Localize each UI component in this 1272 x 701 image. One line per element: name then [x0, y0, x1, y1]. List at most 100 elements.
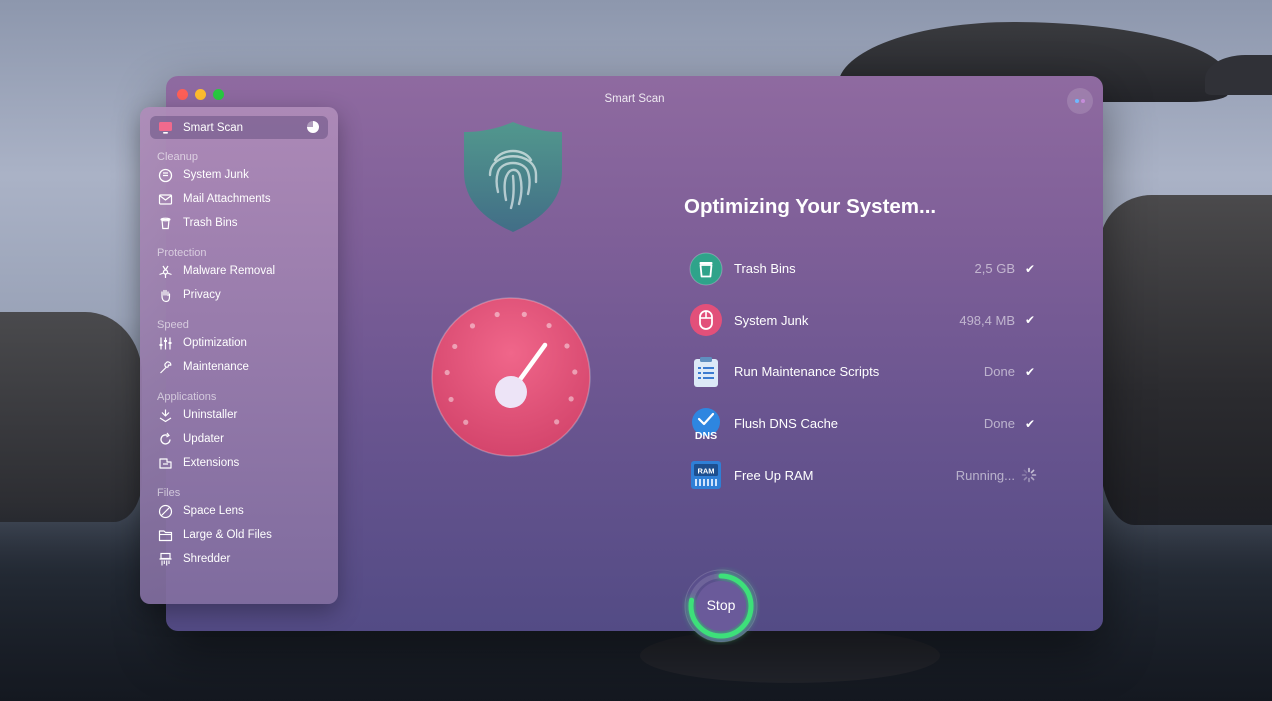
task-status: Done: [983, 364, 1015, 380]
sidebar-item-smart-scan[interactable]: Smart Scan: [150, 116, 328, 139]
wrench-icon: [160, 360, 172, 373]
sidebar-item-system-junk[interactable]: System Junk: [140, 163, 338, 187]
sidebar-item-privacy[interactable]: Privacy: [140, 283, 338, 307]
sidebar-item-label: Maintenance: [183, 361, 249, 373]
dns-badge-text: DNS: [695, 430, 717, 441]
sidebar-item-label: Optimization: [183, 337, 247, 349]
task-label: System Junk: [734, 312, 809, 328]
gauge-tick: [546, 322, 552, 329]
sidebar-item-label: Updater: [183, 433, 224, 445]
task-status: Done: [983, 416, 1015, 432]
window-title: Smart Scan: [604, 93, 665, 105]
sidebar-section-applications: Applications: [157, 391, 217, 403]
gauge-tick: [448, 396, 454, 403]
disk-icon: [158, 168, 173, 182]
scan-progress-icon: [307, 121, 319, 133]
gauge-tick: [444, 369, 450, 376]
gauge-tick: [572, 369, 578, 375]
hand-icon: [161, 289, 171, 302]
sidebar-item-label: Smart Scan: [183, 121, 244, 134]
task-status: 498,4 MB: [959, 312, 1015, 328]
sidebar-item-mail-attachments[interactable]: Mail Attachments: [140, 187, 338, 211]
task-row: RAM Free Up RAM Running...: [689, 449, 1039, 501]
task-label: Flush DNS Cache: [734, 416, 839, 432]
sidebar-item-label: System Junk: [183, 169, 249, 181]
ram-icon: RAM: [691, 461, 721, 490]
gauge-tick: [452, 343, 458, 350]
trash-bin-icon: [689, 252, 723, 286]
checkmark-icon: ✔: [1024, 313, 1036, 328]
sidebar-item-maintenance[interactable]: Maintenance: [140, 355, 338, 379]
sidebar-item-label: Trash Bins: [183, 217, 238, 229]
sidebar-section-cleanup: Cleanup: [157, 151, 198, 163]
scan-headline: Optimizing Your System...: [684, 195, 937, 218]
sidebar-item-label: Shredder: [183, 553, 231, 565]
stop-button[interactable]: Stop: [682, 567, 760, 645]
sidebar-item-updater[interactable]: Updater: [140, 427, 338, 451]
task-row: Run Maintenance Scripts Done ✔: [689, 346, 1039, 398]
task-row: Trash Bins 2,5 GB ✔: [689, 243, 1039, 295]
sidebar-item-shredder[interactable]: Shredder: [140, 547, 338, 571]
sidebar-item-label: Privacy: [183, 289, 221, 301]
sidebar-item-malware-removal[interactable]: Malware Removal: [140, 259, 338, 283]
monitor-icon: [159, 122, 172, 134]
update-icon: [160, 432, 171, 445]
gauge-tick: [568, 396, 574, 402]
sidebar-item-space-lens[interactable]: Space Lens: [140, 499, 338, 523]
desktop-rock: [0, 312, 142, 522]
sidebar-item-label: Space Lens: [183, 505, 244, 517]
speedometer-icon: [431, 297, 591, 457]
checkmark-icon: ✔: [1024, 364, 1036, 379]
sidebar-item-label: Malware Removal: [183, 265, 276, 277]
sidebar-item-label: Extensions: [183, 457, 240, 469]
gauge-tick: [469, 323, 476, 329]
sidebar-item-trash-bins[interactable]: Trash Bins: [140, 211, 338, 235]
task-row: System Junk 498,4 MB ✔: [689, 295, 1039, 347]
extensions-icon: [159, 457, 172, 469]
task-label: Run Maintenance Scripts: [734, 364, 880, 380]
task-status: 2,5 GB: [974, 261, 1015, 277]
sidebar-item-extensions[interactable]: Extensions: [140, 451, 338, 475]
lens-icon: [158, 504, 173, 518]
gauge-tick: [521, 311, 527, 317]
assistant-dot-icon: [1081, 99, 1085, 103]
gauge-tick: [564, 343, 570, 349]
sliders-icon: [159, 337, 172, 349]
sidebar-section-protection: Protection: [157, 247, 207, 259]
task-status: Running...: [955, 467, 1015, 483]
task-label: Trash Bins: [734, 261, 796, 277]
checkmark-icon: ✔: [1024, 416, 1036, 431]
stop-button-label: Stop: [706, 597, 736, 613]
biohazard-icon: [159, 265, 172, 278]
sidebar-section-speed: Speed: [157, 319, 189, 331]
sidebar-section-files: Files: [157, 487, 181, 499]
system-junk-icon: [690, 304, 722, 337]
sidebar-item-optimization[interactable]: Optimization: [140, 331, 338, 355]
clipboard-icon: [694, 356, 718, 387]
trash-icon: [160, 217, 171, 229]
gauge-tick: [494, 311, 500, 318]
assistant-dot-icon: [1075, 99, 1079, 103]
loading-spinner-icon: [1021, 467, 1037, 483]
gauge-tick: [554, 419, 560, 425]
shredder-icon: [159, 552, 172, 565]
task-list: Trash Bins 2,5 GB ✔ System Junk 498,4 MB…: [689, 243, 1039, 501]
dns-icon: DNS: [692, 407, 720, 441]
task-label: Free Up RAM: [734, 467, 814, 483]
folder-icon: [158, 529, 173, 541]
sidebar-item-label: Large & Old Files: [183, 529, 272, 541]
checkmark-icon: ✔: [1024, 261, 1036, 276]
sidebar-item-label: Mail Attachments: [183, 193, 271, 205]
sidebar: Smart Scan Cleanup System Junk Mail Atta…: [140, 107, 338, 604]
sidebar-item-label: Uninstaller: [183, 409, 238, 421]
assistant-button[interactable]: [1067, 88, 1093, 114]
sidebar-item-large-old-files[interactable]: Large & Old Files: [140, 523, 338, 547]
task-row: DNS Flush DNS Cache Done ✔: [689, 398, 1039, 450]
fingerprint-shield-icon: [464, 122, 562, 232]
ram-badge-text: RAM: [697, 467, 714, 476]
sidebar-item-uninstaller[interactable]: Uninstaller: [140, 403, 338, 427]
gauge-tick: [463, 419, 469, 425]
envelope-icon: [158, 193, 173, 205]
uninstall-icon: [159, 409, 172, 422]
desktop-rock: [1100, 195, 1272, 525]
